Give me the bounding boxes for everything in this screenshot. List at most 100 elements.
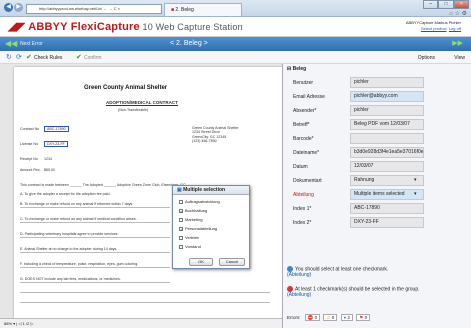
back-icon[interactable]: ◀ — [4, 3, 13, 12]
maximize-button[interactable]: □ — [438, 0, 454, 9]
checkbox-checked[interactable]: ✓ — [179, 208, 183, 213]
error-link[interactable]: (Abteilung) — [287, 272, 311, 278]
field-index2: Index 2* DXY-23-FF — [289, 217, 469, 228]
logout-link[interactable]: Log off — [449, 26, 461, 31]
option-label: Personalabteilung — [185, 226, 218, 231]
field-label: Dokumentart — [293, 178, 322, 184]
brand-name: ABBYY — [28, 21, 68, 33]
field-input[interactable]: pichler@abbyy.com — [350, 91, 424, 102]
confirm-button[interactable]: Confirm — [84, 55, 102, 61]
option-marketing[interactable]: Marketing — [179, 217, 203, 222]
field-label: Index 2* — [293, 220, 312, 226]
count: 2 — [347, 315, 351, 320]
field-absender: Absender* pichler — [289, 105, 469, 116]
option-vorstand[interactable]: Vorstand — [179, 244, 201, 249]
option-auftragsabwicklung[interactable]: Auftragsabwicklung — [179, 199, 220, 204]
popup-ok-button[interactable]: OK — [189, 258, 213, 266]
field-input[interactable]: ABC-17890 — [350, 203, 424, 214]
checkbox[interactable] — [179, 235, 183, 240]
doc-heading: Green County Animal Shelter — [84, 85, 168, 91]
refresh-icon[interactable]: ⟳ — [16, 53, 22, 61]
doc-item: B. To exchange or make refund on any ani… — [20, 202, 134, 206]
popup-cancel-button[interactable]: Cancel — [219, 258, 245, 266]
option-label: Buchhaltung — [185, 208, 208, 213]
option-label: Vorstand — [185, 244, 201, 249]
error-count-flag[interactable]: ⚑ 0 — [356, 314, 371, 321]
field-input[interactable]: 12/03/07 — [350, 161, 424, 172]
field-datum: Datum 12/03/07 — [289, 161, 469, 172]
form-section-title: Beleg — [292, 66, 307, 72]
toolbar: ↻ ⟳ ✔ Check Rules ✔ Confirm Options View — [0, 51, 471, 64]
doc-item: G. DOES NOT include any lab fees, medica… — [20, 277, 121, 281]
form-section-header[interactable]: ⊟ Beleg — [287, 66, 306, 72]
license-no-value: DXY-23-FF — [44, 141, 68, 148]
document-navigator[interactable]: < 2. Beleg > — [170, 40, 208, 47]
window-buttons: – □ × — [423, 0, 469, 9]
error-count-info[interactable]: ● 2 — [340, 314, 354, 321]
checkbox[interactable] — [179, 244, 183, 249]
chevron-down-icon[interactable]: ▾ — [414, 191, 417, 197]
option-buchhaltung[interactable]: ✓ Buchhaltung — [179, 208, 207, 213]
option-label: Marketing — [185, 217, 203, 222]
field-input[interactable]: Beleg PDF vom 12/03/07 — [350, 119, 424, 130]
error-count-red[interactable]: ⛔ 0 — [304, 314, 321, 321]
close-button[interactable]: × — [453, 0, 469, 9]
field-label: Barcode* — [293, 136, 314, 142]
app-logo: ◢◤ ABBYY FlexiCapture 10 Web Capture Sta… — [8, 20, 243, 33]
field-input[interactable] — [350, 133, 424, 144]
text-line — [20, 292, 270, 293]
error-icon — [287, 286, 293, 292]
field-multiselect[interactable]: Multiple items selected — [350, 189, 424, 200]
option-label: Vertrieb — [185, 235, 199, 240]
error-count-warning[interactable]: ⚠ 0 — [323, 314, 338, 321]
field-input[interactable]: b3d0e928d3f4e1ea5e37016f0e0f49 — [350, 147, 424, 158]
doc-item: F. including a check of temperature, pul… — [20, 262, 139, 266]
view-menu[interactable]: View — [454, 55, 465, 61]
error-text: At least 1 checkmark(s) should be select… — [295, 286, 420, 293]
browser-tab[interactable]: ■ 2. Beleg — [164, 3, 242, 16]
error-link[interactable]: (Abteilung) — [287, 292, 311, 298]
field-input[interactable]: pichler — [350, 105, 424, 116]
option-vertrieb[interactable]: Vertrieb — [179, 235, 199, 240]
next-arrow-icon[interactable]: ▶▶ — [452, 39, 463, 47]
shelter-address: Green County Animal Shelter 1234 Street … — [192, 126, 239, 144]
text-line — [20, 207, 170, 208]
zoom-and-page-controls[interactable]: 88% ▾ | ◁ 1 /2 ▷ — [4, 319, 33, 328]
option-personalabteilung[interactable]: ✓ Personalabteilung — [179, 226, 217, 231]
back-arrow-icon[interactable]: ◀◀ — [5, 39, 17, 48]
field-barcode: Barcode* — [289, 133, 469, 144]
product-rest: 10 Web Capture Station — [139, 22, 243, 32]
browser-chrome: ◀ ▶ http://abbyyprod-ws.elsebay.net/Ux/ … — [0, 0, 471, 17]
popup-title-text: Multiple selection — [183, 187, 226, 193]
text-line — [20, 237, 170, 238]
field-benutzer: Benutzer pichler — [289, 77, 469, 88]
check-rules-button[interactable]: Check Rules — [34, 55, 62, 61]
options-menu[interactable]: Options — [418, 55, 435, 61]
field-label: Datum — [293, 164, 308, 170]
chevron-down-icon[interactable]: ▾ — [414, 177, 417, 183]
home-icon[interactable]: ⌂ ☆ ⚙ — [449, 10, 467, 17]
checkbox-checked[interactable]: ✓ — [179, 226, 183, 231]
address-bar[interactable]: http://abbyyprod-ws.elsebay.net/Ux/ ← → … — [26, 4, 162, 14]
field-label: Email Adresse — [293, 94, 325, 100]
product-name: FlexiCapture — [70, 21, 140, 33]
checkbox[interactable] — [179, 217, 183, 222]
text-line — [20, 282, 170, 283]
doc-item: E. Animal Shelter at no charge to the ad… — [20, 247, 118, 251]
confirm-icon: ✔ — [76, 54, 82, 61]
text-line — [20, 252, 170, 253]
form-panel: ⊟ Beleg Benutzer pichler Email Adresse pic… — [282, 64, 471, 328]
field-dropdown[interactable]: Rahnung — [350, 175, 424, 186]
checkbox[interactable] — [179, 199, 183, 204]
field-label: Index 1* — [293, 206, 312, 212]
forward-icon[interactable]: ▶ — [14, 3, 23, 12]
next-error-button[interactable]: Next Error — [20, 41, 43, 47]
field-input[interactable]: DXY-23-FF — [350, 217, 424, 228]
rotate-icon[interactable]: ↻ — [6, 53, 12, 61]
select-product-link[interactable]: Select product — [421, 26, 447, 31]
error-summary: Errors: ⛔ 0 ⚠ 0 ● 2 ⚑ 0 — [287, 314, 371, 321]
field-label: Dateiname* — [293, 150, 320, 156]
count: 0 — [364, 315, 368, 320]
minimize-button[interactable]: – — [423, 0, 439, 9]
field-input[interactable]: pichler — [350, 77, 424, 88]
